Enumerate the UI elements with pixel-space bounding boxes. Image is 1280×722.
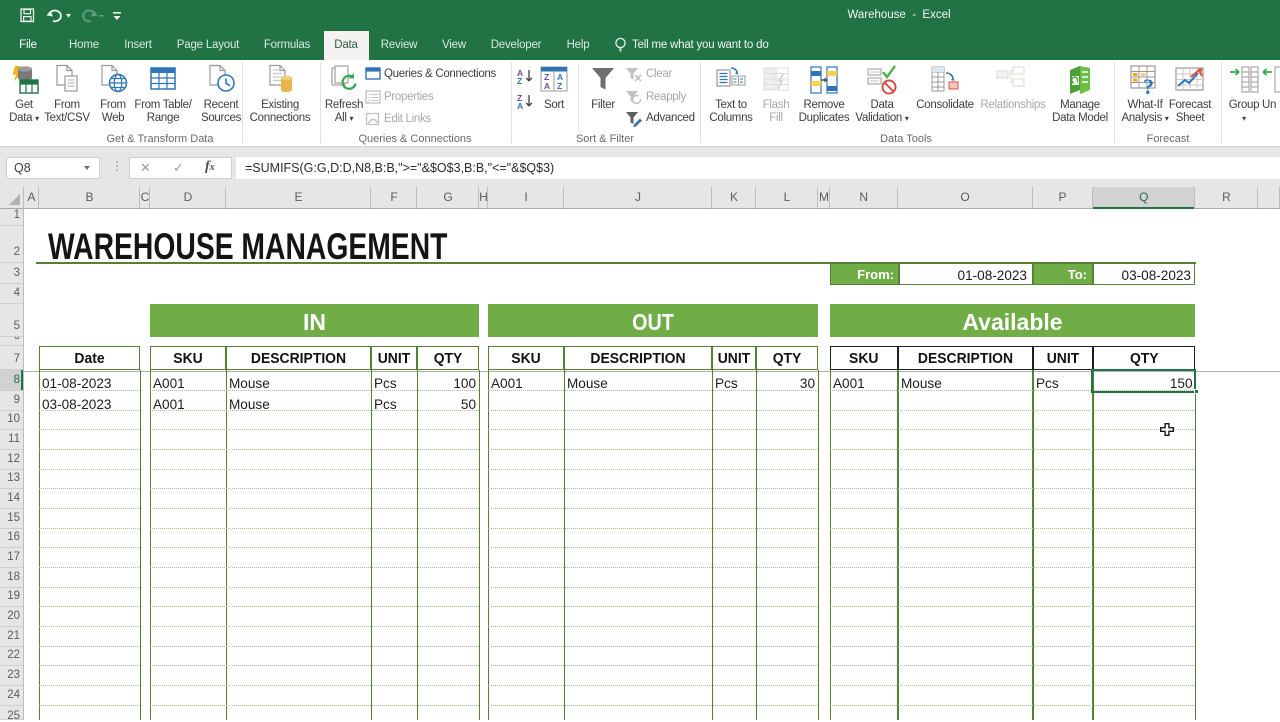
svg-text:A: A — [544, 81, 550, 91]
svg-text:Z: Z — [517, 76, 522, 86]
svg-text:?: ? — [1143, 74, 1154, 99]
svg-text:Z: Z — [557, 81, 562, 91]
